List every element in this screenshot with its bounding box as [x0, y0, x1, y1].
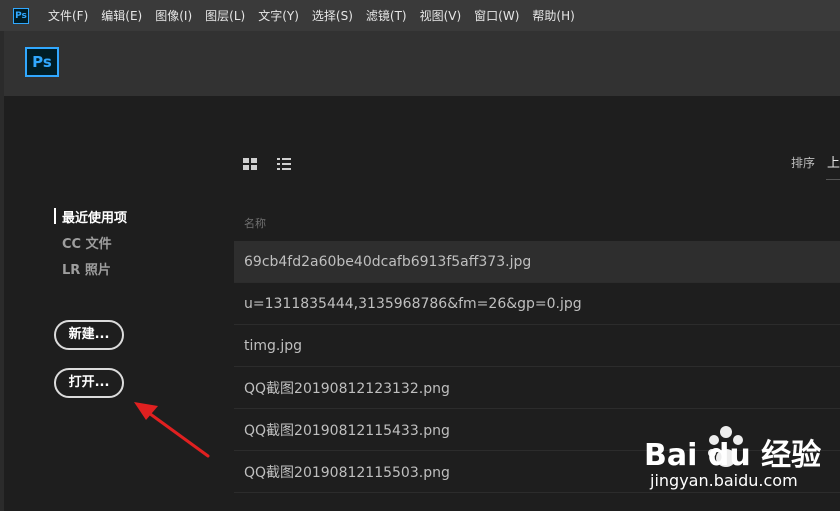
annotation-arrow	[134, 402, 210, 458]
home-header: Ps	[4, 31, 840, 96]
active-indicator	[54, 208, 56, 224]
file-row[interactable]: 69cb4fd2a60be40dcafb6913f5aff373.jpg	[234, 241, 840, 283]
file-row[interactable]: QQ截图20190812123132.png	[234, 367, 840, 409]
app-icon[interactable]: Ps	[13, 7, 29, 24]
grid-view-icon[interactable]	[243, 158, 257, 170]
menu-type[interactable]: 文字(Y)	[258, 7, 299, 24]
watermark-url: jingyan.baidu.com	[650, 471, 798, 490]
sidebar-item-lr-photos[interactable]: LR 照片	[62, 259, 111, 278]
menu-window[interactable]: 窗口(W)	[474, 7, 519, 24]
file-row[interactable]: u=1311835444,3135968786&fm=26&gp=0.jpg	[234, 283, 840, 325]
sort-label: 排序	[791, 156, 816, 170]
list-view-icon[interactable]	[277, 158, 291, 170]
menu-file[interactable]: 文件(F)	[48, 7, 88, 24]
sidebar-item-recent[interactable]: 最近使用项	[62, 207, 127, 226]
watermark-brand: Bai du 经验	[644, 438, 821, 473]
menu-help[interactable]: 帮助(H)	[532, 7, 574, 24]
column-header-name[interactable]: 名称	[244, 215, 266, 231]
menu-bar: Ps 文件(F) 编辑(E) 图像(I) 图层(L) 文字(Y) 选择(S) 滤…	[0, 0, 840, 31]
open-button[interactable]: 打开...	[54, 368, 124, 398]
photoshop-logo: Ps	[25, 47, 59, 77]
sidebar-item-cc-files[interactable]: CC 文件	[62, 233, 112, 252]
menu-select[interactable]: 选择(S)	[312, 7, 353, 24]
new-button[interactable]: 新建...	[54, 320, 124, 350]
menu-edit[interactable]: 编辑(E)	[101, 7, 142, 24]
sort-dropdown[interactable]: 上	[827, 152, 840, 171]
menu-layer[interactable]: 图层(L)	[205, 7, 245, 24]
baidu-watermark: Bai du 经验	[644, 426, 821, 473]
menu-image[interactable]: 图像(I)	[155, 7, 192, 24]
sort-underline	[826, 179, 840, 180]
menu-view[interactable]: 视图(V)	[420, 7, 462, 24]
menu-filter[interactable]: 滤镜(T)	[366, 7, 407, 24]
file-row[interactable]: timg.jpg	[234, 325, 840, 367]
